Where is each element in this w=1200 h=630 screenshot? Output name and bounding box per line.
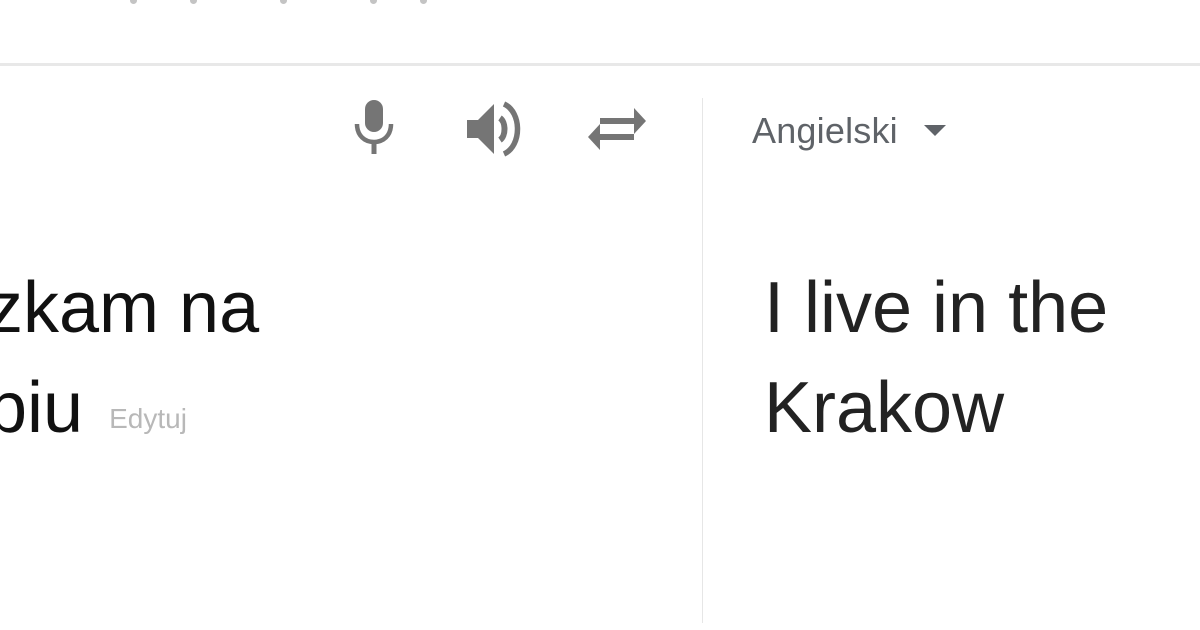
target-language-label: Angielski	[752, 110, 898, 151]
listen-button[interactable]	[464, 98, 526, 160]
microphone-icon	[354, 100, 394, 154]
dot-icon	[130, 0, 137, 4]
dot-icon	[370, 0, 377, 4]
source-text[interactable]: zkam na piu Edytuj	[0, 258, 667, 469]
swap-languages-icon	[588, 108, 646, 150]
translated-text-line-1: I live in the	[764, 268, 1109, 348]
chevron-down-icon	[923, 125, 946, 136]
dot-icon	[420, 0, 427, 4]
translate-page: Angielski zkam na piu Edytuj I live in th…	[0, 0, 1200, 630]
translated-text-line-2: Krakow	[764, 368, 1005, 448]
translated-text: I live in the Krakow	[764, 258, 1200, 458]
source-text-line-1: zkam na	[0, 268, 260, 348]
target-language-selector[interactable]: Angielski	[752, 108, 946, 154]
dot-icon	[280, 0, 287, 4]
edit-link[interactable]: Edytuj	[109, 403, 187, 434]
column-divider	[702, 98, 703, 623]
swap-languages-button[interactable]	[586, 104, 648, 152]
source-text-line-2: piu Edytuj	[0, 358, 667, 469]
microphone-button[interactable]	[352, 98, 396, 156]
top-bar	[0, 0, 1200, 64]
source-text-line-2-text: piu	[0, 368, 84, 448]
dot-icon	[190, 0, 197, 4]
speaker-icon	[467, 101, 521, 157]
top-divider	[0, 63, 1200, 66]
